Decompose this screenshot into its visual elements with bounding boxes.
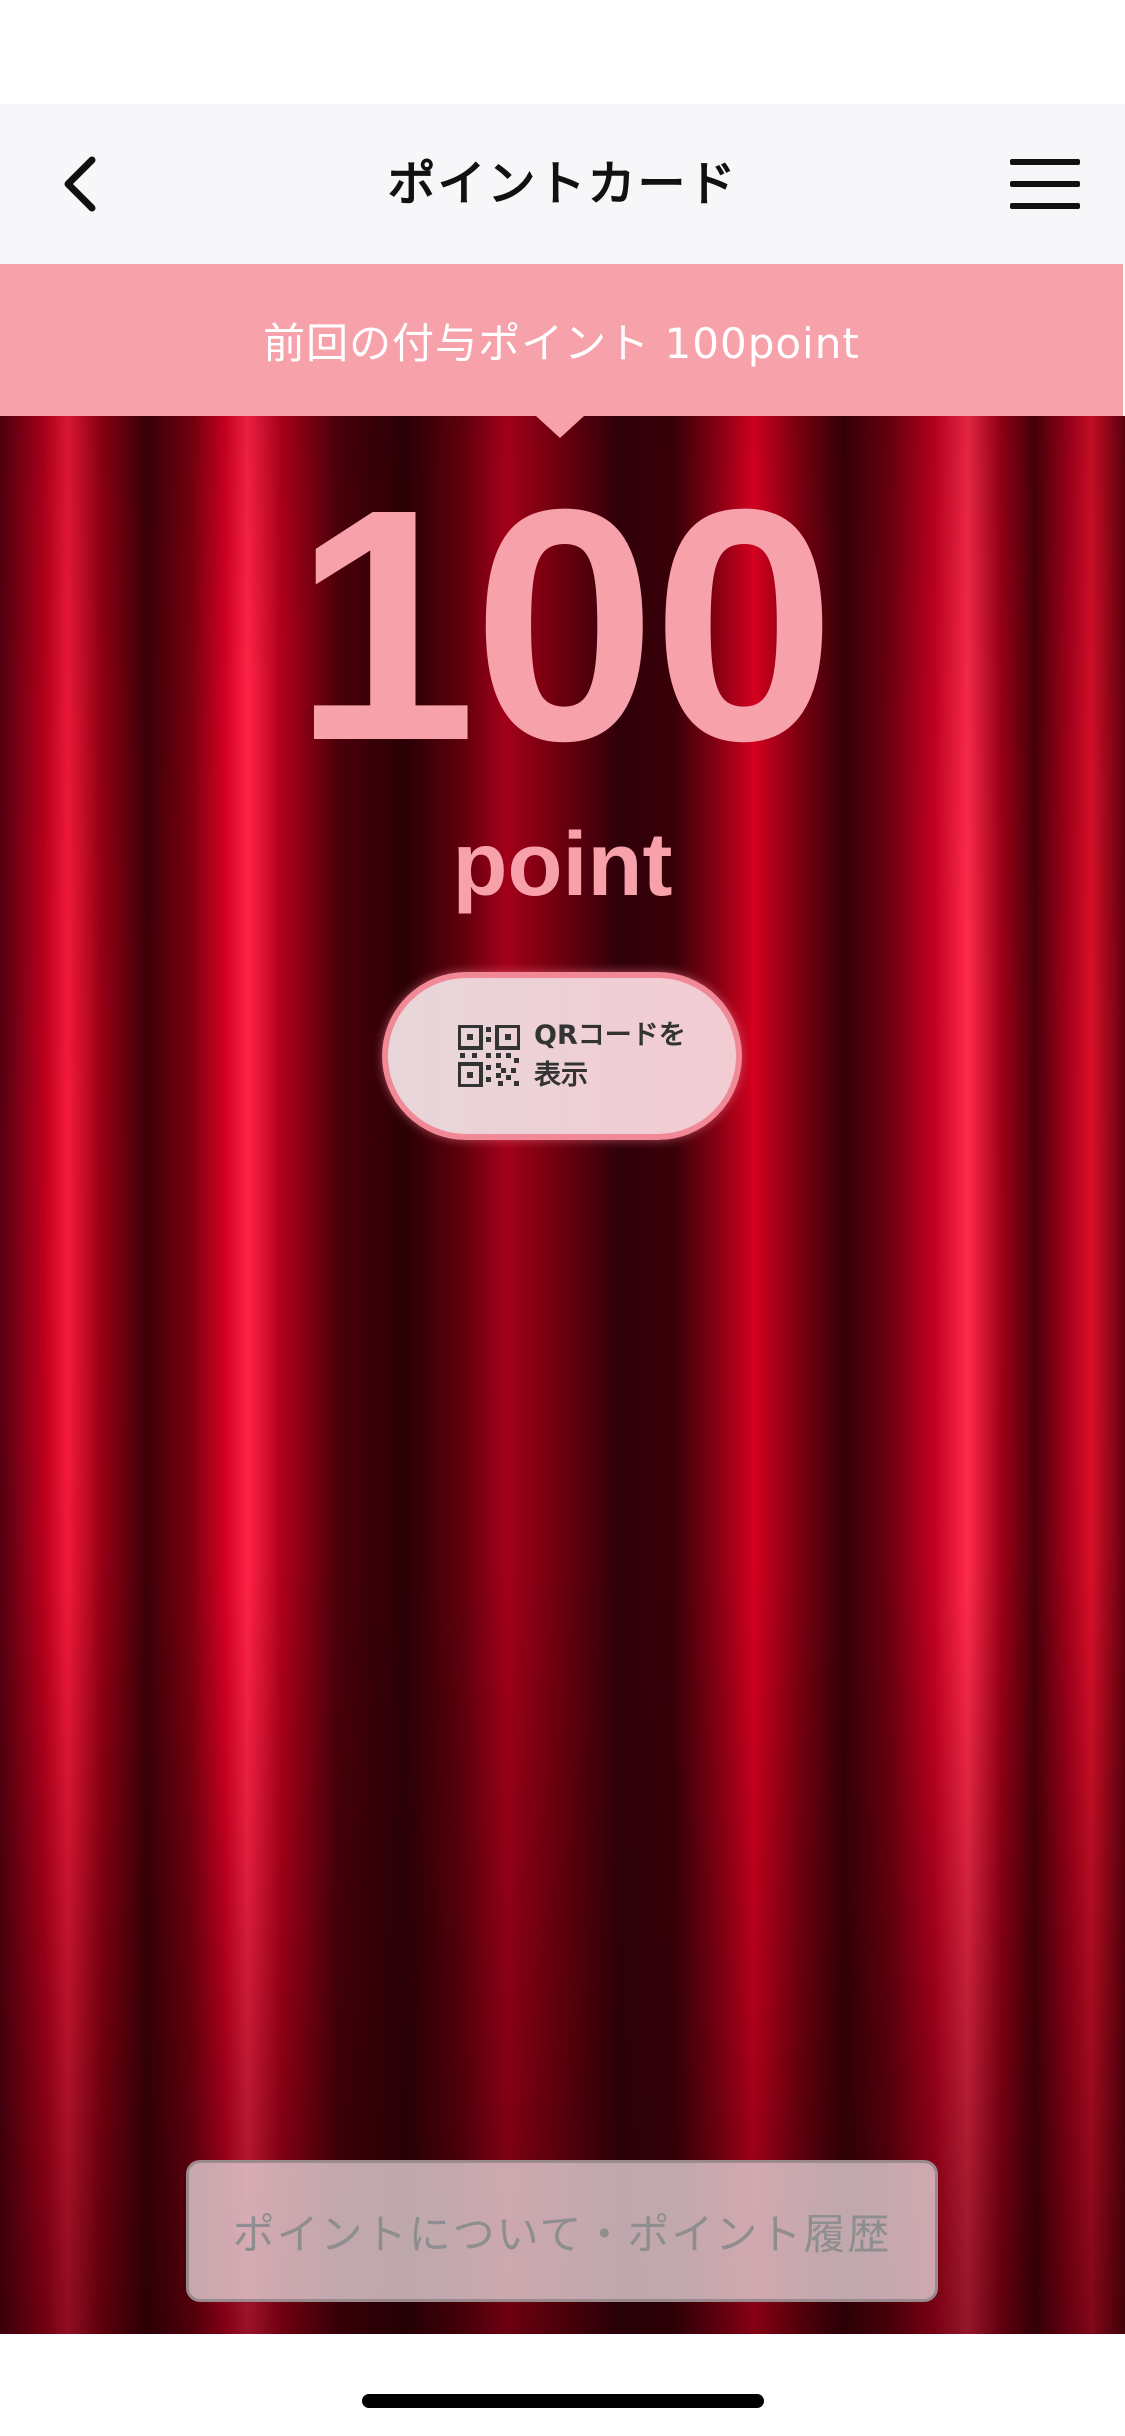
menu-button[interactable] [995,134,1095,234]
point-info-history-button[interactable]: ポイントについて・ポイント履歴 [186,2160,938,2302]
page-title: ポイントカード [387,156,738,212]
status-bar [0,0,1125,104]
show-qr-code-label: QRコードを表示 [534,1020,686,1091]
point-balance: 100 [293,440,836,809]
chevron-left-icon [64,156,96,212]
point-unit-label: point [452,815,673,915]
home-indicator[interactable] [362,2394,764,2408]
qr-code-icon [458,1025,520,1087]
point-card-screen: ポイントカード 前回の付与ポイント 100point 100 point QRコ… [0,0,1125,2436]
last-points-banner: 前回の付与ポイント 100point [0,264,1123,438]
point-info-history-label: ポイントについて・ポイント履歴 [232,2209,892,2259]
show-qr-code-button[interactable]: QRコードを表示 [382,972,742,1140]
back-button[interactable] [30,134,130,234]
last-points-text: 前回の付与ポイント 100point [263,318,860,368]
hamburger-menu-icon [1010,159,1080,209]
home-indicator-area [0,2334,1125,2436]
navigation-bar: ポイントカード [0,104,1125,264]
